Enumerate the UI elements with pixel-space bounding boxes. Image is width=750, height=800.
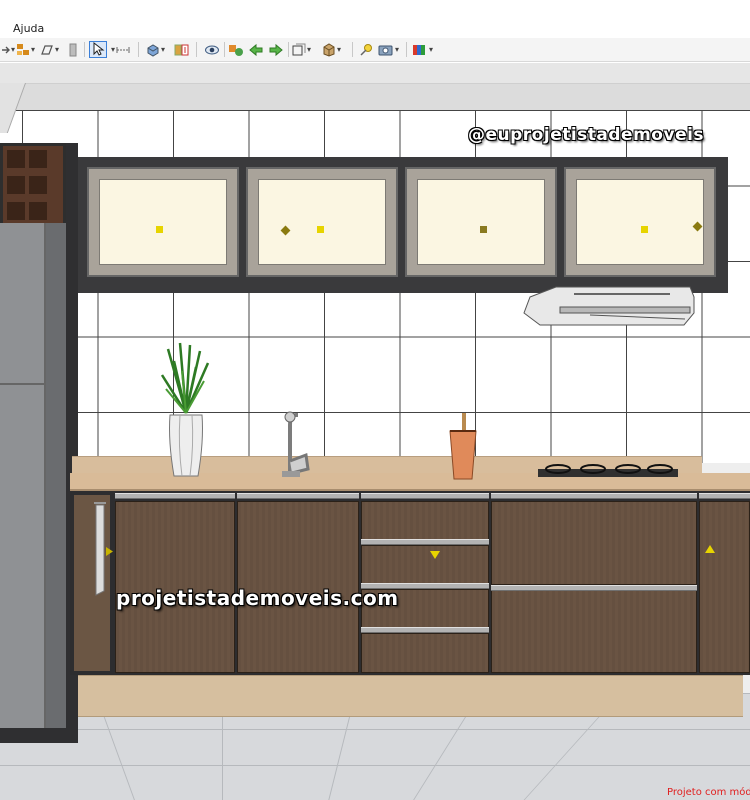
material-icon[interactable]: ▾ — [146, 41, 165, 58]
rack-cell — [7, 150, 25, 168]
rack-cell — [29, 202, 47, 220]
camera-icon[interactable]: ▾ — [378, 41, 399, 58]
glass-door-1[interactable] — [87, 167, 239, 277]
plinth — [78, 675, 743, 717]
footer-note: Projeto com mód — [667, 787, 750, 798]
handle-profile — [361, 627, 489, 633]
utensil-holder — [449, 413, 477, 480]
handle-profile — [699, 493, 750, 499]
toolbar-separator — [406, 42, 407, 57]
glass-door-3[interactable] — [405, 167, 557, 277]
rack-cell — [29, 176, 47, 194]
render-icon[interactable] — [228, 41, 244, 58]
watermark-site: projetistademoveis.com — [116, 586, 399, 610]
glass-door-2[interactable] — [246, 167, 398, 277]
box-icon[interactable]: ▾ — [322, 41, 341, 58]
drawer-1[interactable] — [361, 501, 489, 543]
layers-icon[interactable]: ▾ — [16, 41, 35, 58]
door-marker-icon[interactable] — [480, 226, 487, 233]
drawer-2[interactable] — [361, 545, 489, 587]
glass-door-4[interactable] — [564, 167, 716, 277]
cooktop[interactable] — [538, 463, 678, 479]
potted-plant — [160, 342, 210, 477]
glass-pane — [417, 179, 545, 265]
eye-icon[interactable] — [204, 41, 220, 58]
rack-cell — [7, 202, 25, 220]
base-door-3[interactable] — [699, 501, 750, 673]
refrigerator-door-split — [0, 383, 46, 385]
refrigerator — [0, 223, 46, 728]
handle-profile — [237, 493, 359, 499]
drawer-marker-icon[interactable] — [430, 551, 440, 560]
arrow-left-icon[interactable] — [248, 41, 264, 58]
base-drawer-wide-2[interactable] — [491, 587, 697, 673]
measure-icon[interactable]: ▾ — [110, 41, 131, 58]
select-arrow-icon[interactable] — [89, 41, 107, 58]
door-marker-icon[interactable] — [156, 226, 163, 233]
handle-profile — [361, 539, 489, 545]
light-icon[interactable] — [358, 41, 374, 58]
wine-rack — [0, 143, 66, 233]
range-hood[interactable] — [520, 285, 696, 327]
door-marker-icon[interactable] — [705, 545, 715, 554]
move-icon[interactable]: ▾ — [0, 41, 15, 58]
watermark-handle: @euprojetistademoveis — [468, 125, 705, 145]
rotate-icon[interactable]: ▾ — [40, 41, 59, 58]
ceiling-soffit — [0, 83, 750, 110]
rack-cell — [7, 176, 25, 194]
view-frame-icon[interactable]: ▾ — [292, 41, 311, 58]
hinge-marker-icon[interactable] — [106, 547, 113, 556]
palette-icon[interactable]: ▾ — [412, 41, 433, 58]
toolbar-separator — [288, 42, 289, 57]
handle-profile — [361, 493, 489, 499]
door-marker-icon[interactable] — [317, 226, 324, 233]
3d-viewport[interactable]: @euprojetistademoveis projetistademoveis… — [0, 63, 750, 800]
title-bar — [0, 0, 750, 20]
toolbar-separator — [196, 42, 197, 57]
menu-bar: Ajuda — [0, 20, 750, 38]
faucet — [282, 411, 310, 477]
base-drawer-wide-1[interactable] — [491, 501, 697, 585]
toolbar-separator — [138, 42, 139, 57]
split-view-icon[interactable] — [174, 41, 190, 58]
glass-pane — [576, 179, 704, 265]
glass-pane — [258, 179, 386, 265]
handle-profile — [491, 585, 697, 591]
toolbar: ▾ ▾ ▾ ▾ ▾ ▾ ▾ ▾ ▾ — [0, 38, 750, 62]
drawer-4[interactable] — [361, 633, 489, 673]
handle-profile — [115, 493, 235, 499]
arrow-right-icon[interactable] — [268, 41, 284, 58]
door-marker-icon[interactable] — [641, 226, 648, 233]
menu-item-help[interactable]: Ajuda — [13, 22, 44, 35]
panel-icon[interactable] — [68, 41, 78, 58]
toolbar-separator — [84, 42, 85, 57]
toolbar-separator — [224, 42, 225, 57]
rack-cell — [29, 150, 47, 168]
glass-pane — [99, 179, 227, 265]
refrigerator-side — [46, 223, 66, 728]
handle-profile — [491, 493, 697, 499]
toolbar-separator — [352, 42, 353, 57]
